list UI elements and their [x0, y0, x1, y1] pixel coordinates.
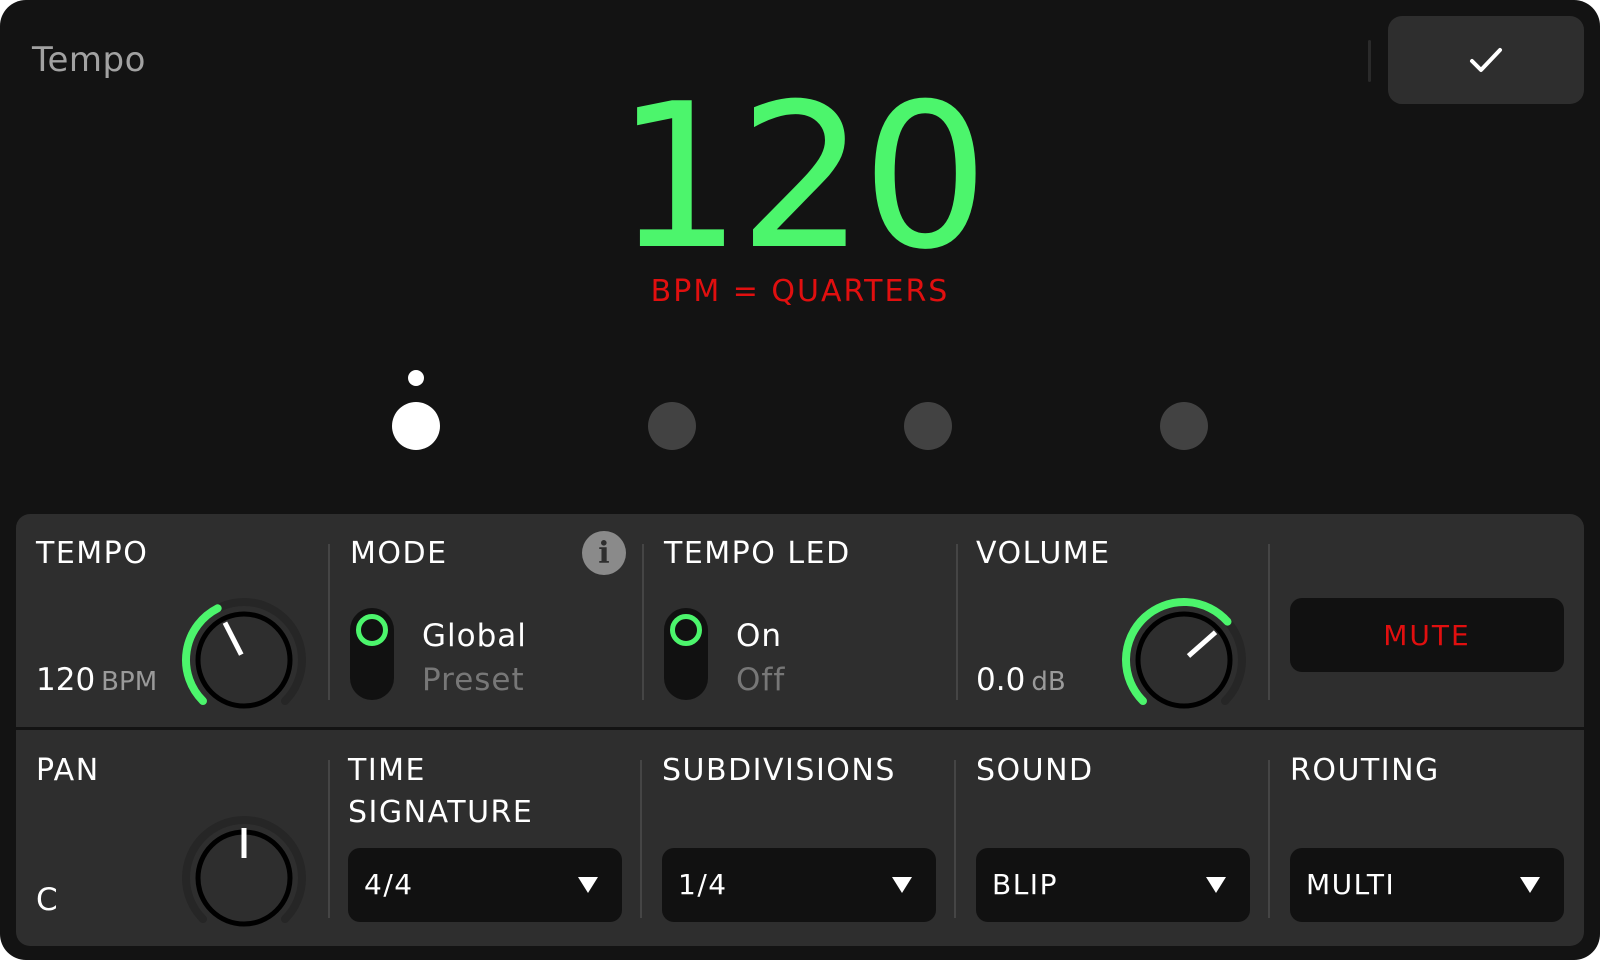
check-icon: [1470, 48, 1502, 72]
subdivisions-value: 1/4: [678, 868, 728, 901]
column-divider: [1268, 544, 1270, 700]
column-divider: [640, 760, 642, 918]
time-signature-label: TIME SIGNATURE: [348, 750, 533, 834]
sound-value: BLIP: [992, 868, 1058, 901]
volume-label: VOLUME: [976, 536, 1111, 571]
column-divider: [956, 544, 958, 700]
volume-unit: dB: [1031, 667, 1066, 697]
knob-body: [195, 611, 293, 709]
tempo-led-option-on[interactable]: On: [736, 618, 782, 654]
tempo-dialog: Tempo 120 BPM = QUARTERS TEMPO 120 BPM MO…: [0, 0, 1600, 960]
chevron-down-icon: [1520, 877, 1540, 893]
tempo-value: 120 BPM: [36, 662, 157, 698]
sound-select[interactable]: BLIP: [976, 848, 1250, 922]
time-signature-label-line2: SIGNATURE: [348, 795, 534, 830]
tempo-led-label: TEMPO LED: [664, 536, 851, 571]
chevron-down-icon: [892, 877, 912, 893]
volume-knob[interactable]: [1114, 590, 1254, 730]
subdivisions-select[interactable]: 1/4: [662, 848, 936, 922]
tempo-led-toggle[interactable]: [664, 608, 708, 700]
bpm-note: BPM = QUARTERS: [650, 274, 950, 309]
beat-indicator-4: [1160, 402, 1208, 450]
tempo-knob[interactable]: [174, 590, 314, 730]
pan-value: C: [36, 882, 58, 918]
info-icon[interactable]: i: [582, 531, 626, 575]
tempo-unit: BPM: [101, 667, 158, 697]
toggle-knob: [670, 614, 702, 646]
toggle-knob: [356, 614, 388, 646]
mode-option-global[interactable]: Global: [422, 618, 527, 654]
beat-indicator-2: [648, 402, 696, 450]
pan-label: PAN: [36, 753, 100, 788]
knob-body: [1135, 611, 1233, 709]
time-signature-label-line1: TIME: [348, 753, 427, 788]
mode-toggle[interactable]: [350, 608, 394, 700]
header-divider: [1368, 40, 1371, 82]
column-divider: [328, 544, 330, 700]
subdivisions-label: SUBDIVISIONS: [662, 753, 896, 788]
pan-knob[interactable]: [174, 808, 314, 948]
tempo-led-option-off[interactable]: Off: [736, 662, 785, 698]
column-divider: [954, 760, 956, 918]
column-divider: [642, 544, 644, 700]
routing-label: ROUTING: [1290, 753, 1440, 788]
chevron-down-icon: [1206, 877, 1226, 893]
mode-option-preset[interactable]: Preset: [422, 662, 525, 698]
sound-label: SOUND: [976, 753, 1094, 788]
dialog-title: Tempo: [32, 40, 146, 80]
tempo-readout: 120: [615, 61, 989, 294]
time-signature-value: 4/4: [364, 868, 414, 901]
tempo-number: 120: [36, 662, 96, 698]
column-divider: [328, 760, 330, 918]
beat-indicator-1: [392, 402, 440, 450]
beat-marker: [408, 370, 424, 386]
volume-value: 0.0 dB: [976, 662, 1066, 698]
time-signature-select[interactable]: 4/4: [348, 848, 622, 922]
volume-number: 0.0: [976, 662, 1026, 698]
column-divider: [1268, 760, 1270, 918]
routing-value: MULTI: [1306, 868, 1396, 901]
mute-button[interactable]: MUTE: [1290, 598, 1564, 672]
tempo-label: TEMPO: [36, 536, 149, 571]
beat-indicator-3: [904, 402, 952, 450]
routing-select[interactable]: MULTI: [1290, 848, 1564, 922]
mode-label: MODE: [350, 536, 448, 571]
chevron-down-icon: [578, 877, 598, 893]
